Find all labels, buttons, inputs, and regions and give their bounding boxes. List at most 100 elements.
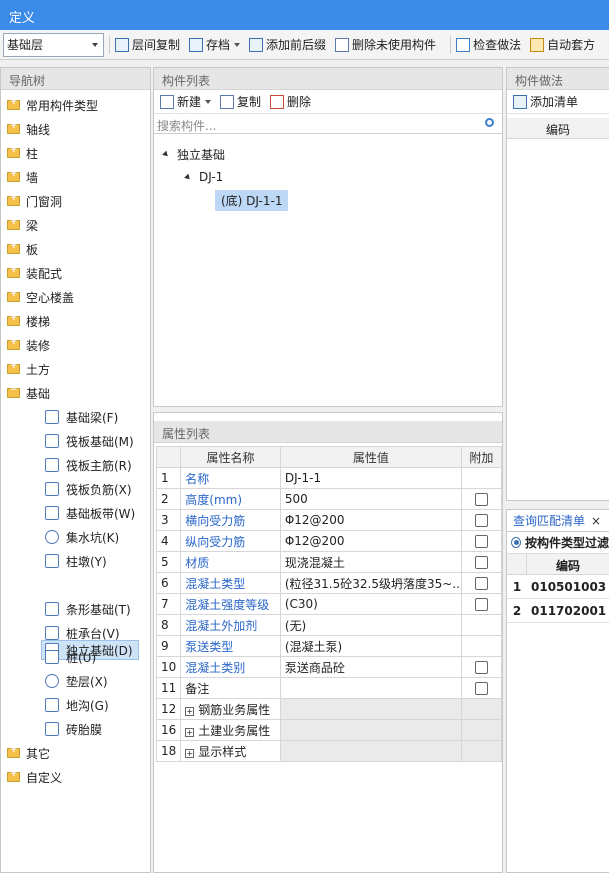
nav-item-common[interactable]: 常用构件类型 <box>1 95 98 115</box>
property-row[interactable]: 9 泵送类型 (混凝土泵) <box>155 635 503 657</box>
extra-checkbox[interactable] <box>474 598 488 611</box>
add-list-button[interactable]: 添加清单 <box>513 93 578 110</box>
prop-value[interactable]: (C30) <box>279 593 462 615</box>
property-row[interactable]: 5 材质 现浇混凝土 <box>155 551 503 573</box>
prop-value[interactable]: (粒径31.5砼32.5级坍落度35~... <box>279 572 462 594</box>
nav-item-hollow-floor[interactable]: 空心楼盖 <box>1 287 74 307</box>
add-prefix-suffix-button[interactable]: 添加前后缀 <box>249 36 326 53</box>
property-row[interactable]: 8 混凝土外加剂 (无) <box>155 614 503 636</box>
prop-value[interactable]: DJ-1-1 <box>279 467 462 489</box>
nav-item-column[interactable]: 柱 <box>1 143 38 163</box>
nav-sub-trench[interactable]: 地沟(G) <box>45 695 109 715</box>
nav-item-decoration[interactable]: 装修 <box>1 335 50 355</box>
search-icon[interactable] <box>485 118 494 127</box>
filter-option[interactable]: 按构件类型过滤 <box>507 532 609 554</box>
query-row[interactable]: 2 011702001 <box>507 599 609 623</box>
nav-item-custom[interactable]: 自定义 <box>1 767 62 787</box>
nav-item-stairs[interactable]: 楼梯 <box>1 311 50 331</box>
extra-checkbox[interactable] <box>474 577 488 590</box>
pile-cap-icon <box>45 626 59 640</box>
nav-item-slab[interactable]: 板 <box>1 239 38 259</box>
query-col-no <box>507 554 527 574</box>
nav-sub-raft-main-rebar[interactable]: 筏板主筋(R) <box>45 455 132 475</box>
property-row[interactable]: 4 纵向受力筋 Φ12@200 <box>155 530 503 552</box>
auto-method-button[interactable]: 自动套方 <box>530 36 595 53</box>
nav-sub-strip-footing[interactable]: 条形基础(T) <box>45 599 131 619</box>
property-row[interactable]: 1 名称 DJ-1-1 <box>155 467 503 489</box>
component-search[interactable]: 搜索构件... <box>154 114 502 134</box>
nav-sub-brick-mold[interactable]: 砖胎膜 <box>45 719 102 739</box>
property-group-row[interactable]: 12 + 钢筋业务属性 <box>155 698 503 720</box>
archive-button[interactable]: 存档 <box>189 36 241 53</box>
property-row[interactable]: 7 混凝土强度等级 (C30) <box>155 593 503 615</box>
pile-icon <box>45 650 59 664</box>
property-row[interactable]: 11 备注 <box>155 677 503 699</box>
property-group-row[interactable]: 18 + 显示样式 <box>155 740 503 762</box>
nav-item-openings[interactable]: 门窗洞 <box>1 191 62 211</box>
expand-plus-icon[interactable]: + <box>185 748 195 758</box>
property-row[interactable]: 10 混凝土类别 泵送商品砼 <box>155 656 503 678</box>
copy-component-button[interactable]: 复制 <box>220 93 261 110</box>
nav-sub-pile[interactable]: 桩(U) <box>45 647 96 667</box>
property-row[interactable]: 3 横向受力筋 Φ12@200 <box>155 509 503 531</box>
query-match-tab[interactable]: 查询匹配清单 × <box>507 510 609 532</box>
nav-sub-cushion[interactable]: 垫层(X) <box>45 671 108 691</box>
toolbar: 基础层 层间复制 存档 添加前后缀 删除未使用构件 检查做法 自动套方 <box>0 30 609 60</box>
extra-checkbox[interactable] <box>474 514 488 527</box>
nav-sub-label: 砖胎膜 <box>66 722 103 737</box>
new-component-button[interactable]: 新建 <box>160 93 212 110</box>
prop-name: 横向受力筋 <box>180 509 281 531</box>
method-title: 构件做法 <box>507 68 609 90</box>
tree-node-dj1-1[interactable]: (底) DJ-1-1 <box>215 190 289 211</box>
nav-sub-sump[interactable]: 集水坑(K) <box>45 527 119 547</box>
expand-arrow-icon[interactable] <box>162 150 170 159</box>
prop-value[interactable]: 泵送商品砼 <box>279 656 462 678</box>
nav-item-other[interactable]: 其它 <box>1 743 50 763</box>
tree-node-dj1[interactable]: DJ-1 <box>184 170 223 184</box>
prop-name: 备注 <box>180 677 281 699</box>
prop-name: 高度(mm) <box>180 488 281 510</box>
nav-sub-column-pier[interactable]: 柱墩(Y) <box>45 551 107 571</box>
query-row-code: 011702001 <box>531 603 607 618</box>
prop-value[interactable] <box>279 677 462 699</box>
extra-checkbox[interactable] <box>474 661 488 674</box>
prop-value[interactable]: 500 <box>279 488 462 510</box>
nav-sub-pile-cap[interactable]: 桩承台(V) <box>45 623 120 643</box>
expand-plus-icon[interactable]: + <box>185 727 195 737</box>
nav-sub-strip-board[interactable]: 基础板带(W) <box>45 503 135 523</box>
floor-copy-button[interactable]: 层间复制 <box>115 36 180 53</box>
nav-item-earthwork[interactable]: 土方 <box>1 359 50 379</box>
row-no: 18 <box>155 740 182 762</box>
prop-value[interactable]: 现浇混凝土 <box>279 551 462 573</box>
prop-value[interactable]: (无) <box>279 614 462 636</box>
nav-item-axis[interactable]: 轴线 <box>1 119 50 139</box>
nav-sub-foundation-beam[interactable]: 基础梁(F) <box>45 407 118 427</box>
property-group-row[interactable]: 16 + 土建业务属性 <box>155 719 503 741</box>
nav-item-beam[interactable]: 梁 <box>1 215 38 235</box>
delete-unused-button[interactable]: 删除未使用构件 <box>335 36 436 53</box>
extra-checkbox[interactable] <box>474 493 488 506</box>
radio-selected-icon[interactable] <box>511 537 521 548</box>
property-row[interactable]: 6 混凝土类型 (粒径31.5砼32.5级坍落度35~... <box>155 572 503 594</box>
extra-checkbox[interactable] <box>474 682 488 695</box>
nav-sub-raft[interactable]: 筏板基础(M) <box>45 431 134 451</box>
expand-arrow-icon[interactable] <box>184 173 192 181</box>
check-method-button[interactable]: 检查做法 <box>456 36 521 53</box>
nav-item-prefab[interactable]: 装配式 <box>1 263 62 283</box>
prop-value[interactable]: (混凝土泵) <box>279 635 462 657</box>
prop-value[interactable]: Φ12@200 <box>279 530 462 552</box>
extra-checkbox[interactable] <box>474 535 488 548</box>
floor-select[interactable]: 基础层 <box>3 32 104 57</box>
prop-value[interactable]: Φ12@200 <box>279 509 462 531</box>
component-list-panel: 构件列表 新建 复制 删除 搜索构件... 独立基础 DJ-1 (底) DJ-1… <box>153 67 503 407</box>
nav-sub-raft-neg-rebar[interactable]: 筏板负筋(X) <box>45 479 132 499</box>
delete-component-button[interactable]: 删除 <box>270 93 311 110</box>
nav-item-wall[interactable]: 墙 <box>1 167 38 187</box>
property-row[interactable]: 2 高度(mm) 500 <box>155 488 503 510</box>
extra-checkbox[interactable] <box>474 556 488 569</box>
close-icon[interactable]: × <box>591 514 601 528</box>
expand-plus-icon[interactable]: + <box>185 706 195 716</box>
query-row[interactable]: 1 010501003 <box>507 575 609 599</box>
nav-item-foundation[interactable]: 基础 <box>1 383 50 403</box>
tree-node-root[interactable]: 独立基础 <box>162 146 225 163</box>
